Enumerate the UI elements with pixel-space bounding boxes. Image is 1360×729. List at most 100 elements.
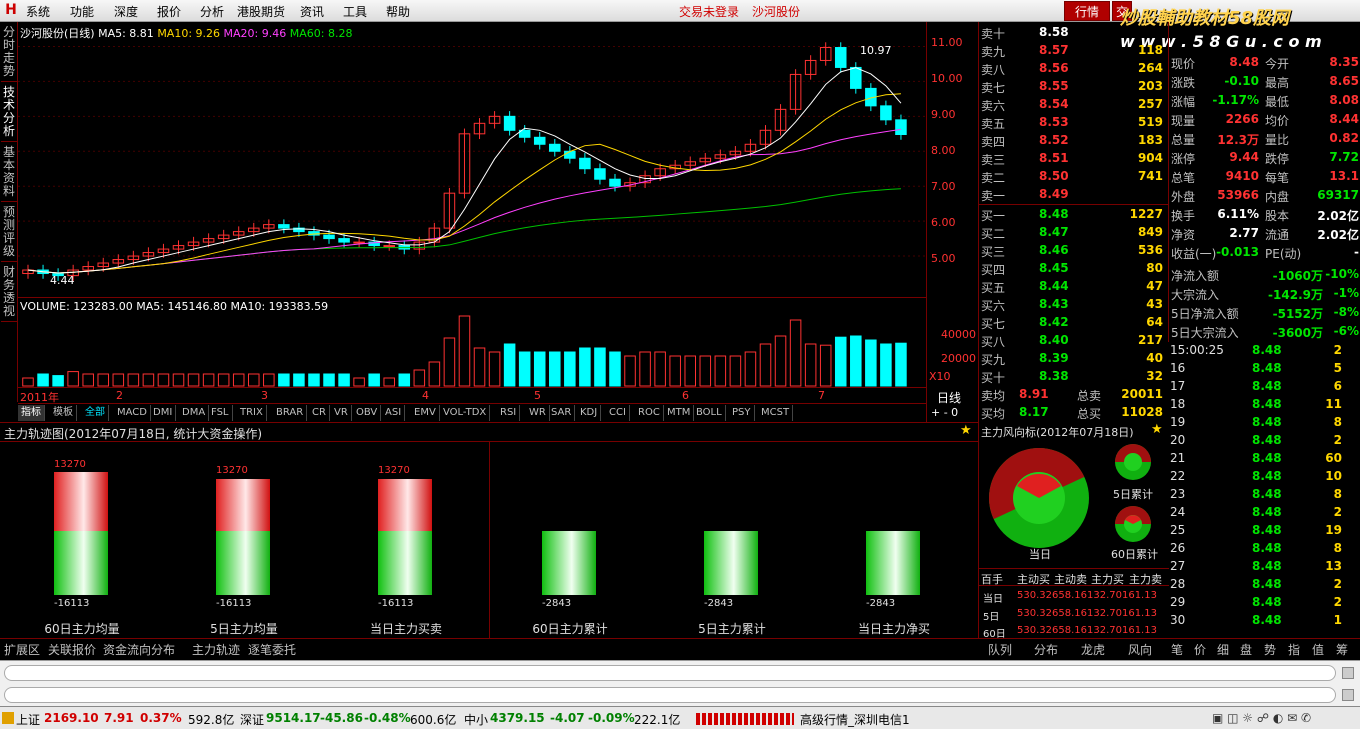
menu-item-news[interactable]: 资讯 [300, 3, 324, 20]
buy-level: 买四 8.45 80 [979, 260, 1169, 278]
vtab-technical[interactable]: 技术分析 [1, 86, 17, 142]
scroll-up-icon[interactable] [1342, 667, 1354, 679]
indicator-tab-sar[interactable]: SAR [548, 405, 576, 421]
menu-item-help[interactable]: 帮助 [386, 3, 410, 20]
indicator-tab-brar[interactable]: BRAR [273, 405, 308, 421]
menu-item-hk-futures[interactable]: 港股期货 [237, 3, 285, 20]
tab-trend[interactable]: 势 [1264, 641, 1276, 658]
indicator-tab-cci[interactable]: CCI [606, 405, 630, 421]
tick-volume: 60 [1325, 451, 1342, 465]
status-tools-icons[interactable]: ▣ ◫ ☼ ☍ ◐ ✉ ✆ [1212, 711, 1311, 725]
volume-bar [488, 351, 501, 387]
indicator-tab-指标[interactable]: 指标 [18, 405, 45, 421]
tab-chips[interactable]: 筹 [1336, 641, 1348, 658]
menu-item-depth[interactable]: 深度 [114, 3, 138, 20]
indicator-tab-dma[interactable]: DMA [179, 405, 210, 421]
message-input[interactable] [4, 687, 1336, 703]
indicator-tab-vol-tdx[interactable]: VOL-TDX [440, 405, 491, 421]
tab-extension[interactable]: 扩展区 [4, 641, 40, 658]
tab-price[interactable]: 价 [1194, 641, 1206, 658]
tick-price: 8.48 [1252, 505, 1282, 519]
tick-row: 17 8.48 6 [1168, 378, 1360, 396]
indicator-tab-obv[interactable]: OBV [353, 405, 382, 421]
tab-dragon-tiger[interactable]: 龙虎 [1081, 641, 1105, 658]
indicator-tab-cr[interactable]: CR [309, 405, 330, 421]
tab-fund-flow[interactable]: 资金流向分布 [103, 641, 175, 658]
zoom-buttons[interactable]: + - 0 [931, 406, 958, 419]
indicator-tab-mtm[interactable]: MTM [664, 405, 695, 421]
menu-item-function[interactable]: 功能 [70, 3, 94, 20]
tick-row: 26 8.48 8 [1168, 540, 1360, 558]
menu-item-quote[interactable]: 报价 [157, 3, 181, 20]
alert-icon[interactable] [2, 712, 14, 724]
buy-level: 买十 8.38 32 [979, 368, 1169, 386]
buy-price: 8.42 [1039, 315, 1069, 329]
login-status[interactable]: 交易未登录 [679, 3, 739, 20]
volume-chart[interactable]: VOLUME: 123283.00 MA5: 145146.80 MA10: 1… [18, 298, 926, 388]
stat-label: 每笔 [1265, 171, 1290, 185]
tab-related-quote[interactable]: 关联报价 [48, 641, 96, 658]
tick-price: 8.48 [1252, 361, 1282, 375]
indicator-tab-emv[interactable]: EMV [411, 405, 440, 421]
volume-bar [172, 373, 185, 387]
stock-stats: 现价 8.48 今开 8.35 涨跌 -0.10 最高 8.65 涨幅 -1.17% 最低 8.08 现… [1168, 22, 1360, 342]
tab-quote[interactable]: 行情 [1064, 1, 1110, 21]
force-bar-bottom-value: -16113 [378, 598, 414, 609]
menu-item-system[interactable]: 系统 [26, 3, 50, 20]
indicator-tab-fsl[interactable]: FSL [208, 405, 233, 421]
command-input[interactable] [4, 665, 1336, 681]
candle [579, 157, 591, 170]
vtab-timeshare[interactable]: 分时走势 [1, 26, 17, 82]
stat-value: -0.013 [1216, 245, 1259, 259]
indicator-tab-wr[interactable]: WR [526, 405, 550, 421]
sh-index-name: 上证 [16, 713, 41, 727]
tab-index[interactable]: 指 [1288, 641, 1300, 658]
indicator-tab-kdj[interactable]: KDJ [577, 405, 602, 421]
price-tick: 10.00 [931, 72, 963, 85]
indicator-tab-trix[interactable]: TRIX [237, 405, 267, 421]
kline-chart[interactable]: 沙河股份(日线) MA5: 8.81 MA10: 9.26 MA20: 9.46… [18, 22, 926, 298]
tick-time: 28 [1170, 577, 1186, 591]
tab-main-force-track[interactable]: 主力轨迹 [192, 641, 240, 658]
sell-total-value: 20011 [1121, 387, 1163, 401]
current-stock-name: 沙河股份 [752, 5, 801, 19]
force-bar-negative [866, 531, 920, 595]
buy-average-value: 8.17 [1019, 405, 1049, 419]
indicator-tab-模板[interactable]: 模板 [50, 405, 77, 421]
period-label[interactable]: 日线 [937, 389, 961, 406]
indicator-tab-rsi[interactable]: RSI [497, 405, 521, 421]
indicator-tab-psy[interactable]: PSY [729, 405, 755, 421]
stat-value: 7.72 [1329, 150, 1359, 164]
menu-item-analysis[interactable]: 分析 [200, 3, 224, 20]
star-icon[interactable]: ★ [1151, 422, 1163, 437]
buy-level: 买八 8.40 217 [979, 332, 1169, 350]
indicator-tab-boll[interactable]: BOLL [693, 405, 726, 421]
indicator-tab-macd[interactable]: MACD [114, 405, 151, 421]
indicator-tab-全部[interactable]: 全部 [82, 405, 109, 421]
indicator-tabs: 指标 模板 全部 MACD DMI DMA FSL TRIX BRAR CR VR OBV ASI EMV… [18, 404, 926, 422]
tick-price: 8.48 [1252, 415, 1282, 429]
flow-value: -5152万 [1272, 307, 1323, 321]
tab-book[interactable]: 盘 [1240, 641, 1252, 658]
indicator-tab-dmi[interactable]: DMI [150, 405, 177, 421]
indicator-tab-asi[interactable]: ASI [382, 405, 406, 421]
vtab-forecast[interactable]: 预测评级 [1, 206, 17, 262]
menu-item-tools[interactable]: 工具 [343, 3, 367, 20]
indicator-tab-mcst[interactable]: MCST [758, 405, 794, 421]
tab-value[interactable]: 值 [1312, 641, 1324, 658]
server-name[interactable]: 高级行情_深圳电信1 [800, 711, 910, 728]
scroll-down-icon[interactable] [1342, 689, 1354, 701]
tab-distribution[interactable]: 分布 [1034, 641, 1058, 658]
tab-trades[interactable]: 笔 [1171, 641, 1183, 658]
vtab-finance[interactable]: 财务透视 [1, 266, 17, 322]
tab-order-by-order[interactable]: 逐笔委托 [248, 641, 296, 658]
indicator-tab-roc[interactable]: ROC [635, 405, 664, 421]
tab-detail[interactable]: 细 [1217, 641, 1229, 658]
vtab-basic-info[interactable]: 基本资料 [1, 146, 17, 202]
indicator-tab-vr[interactable]: VR [331, 405, 352, 421]
sell-average-row: 卖均 8.91 总卖 20011 [979, 386, 1169, 404]
star-icon[interactable]: ★ [960, 423, 972, 438]
tab-wind-direction[interactable]: 风向 [1128, 641, 1152, 658]
stat-row: 涨幅 -1.17% 最低 8.08 [1169, 92, 1360, 111]
tab-queue[interactable]: 队列 [988, 641, 1012, 658]
